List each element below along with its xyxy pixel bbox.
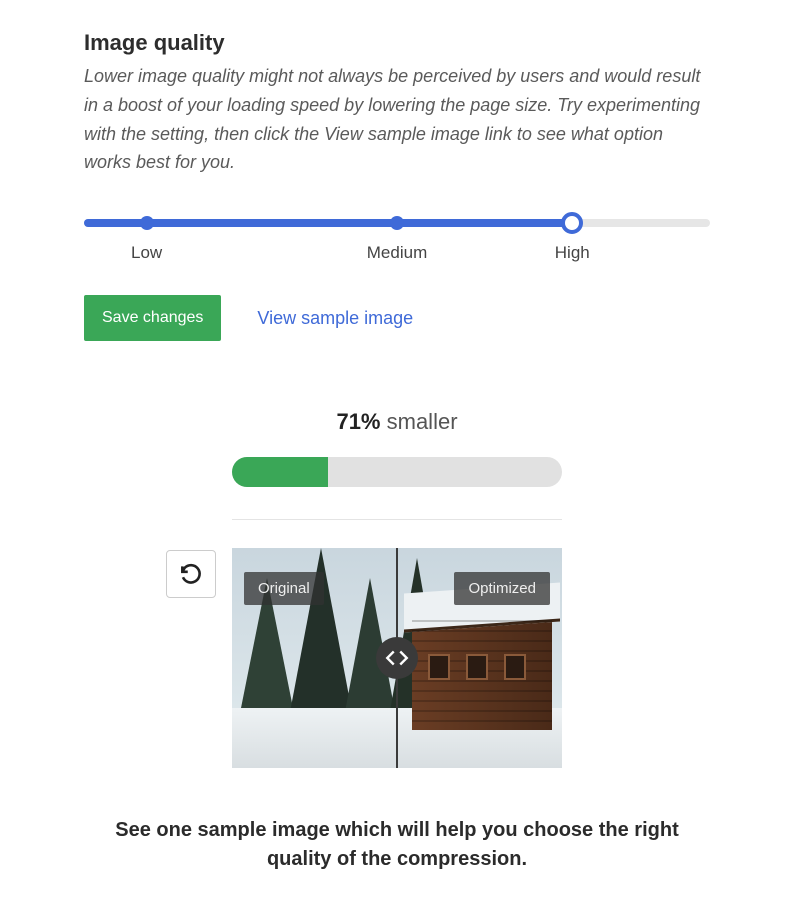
sample-helper-text: See one sample image which will help you…: [84, 816, 710, 874]
slider-handle[interactable]: [561, 212, 583, 234]
quality-slider[interactable]: Low Medium High: [84, 219, 710, 243]
section-description: Lower image quality might not always be …: [84, 62, 710, 177]
undo-icon: [178, 561, 204, 587]
view-sample-link[interactable]: View sample image: [257, 308, 413, 329]
slider-tick-low[interactable]: [140, 216, 154, 230]
image-compare[interactable]: Original Optimized: [232, 548, 562, 768]
compare-drag-handle[interactable]: [376, 637, 418, 679]
slider-track[interactable]: [84, 219, 710, 227]
drag-horizontal-icon: [384, 647, 410, 669]
original-tag: Original: [244, 572, 324, 605]
slider-label-medium: Medium: [367, 243, 427, 263]
compression-bar-fill: [232, 457, 328, 487]
slider-label-low: Low: [131, 243, 162, 263]
slider-fill: [84, 219, 572, 227]
section-title: Image quality: [84, 30, 710, 56]
compression-result-text: 71% smaller: [84, 409, 710, 435]
optimized-tag: Optimized: [454, 572, 550, 605]
divider: [232, 519, 562, 520]
compression-percent: 71%: [336, 409, 380, 434]
slider-tick-medium[interactable]: [390, 216, 404, 230]
compression-bar: [232, 457, 562, 487]
compression-suffix: smaller: [387, 409, 458, 434]
slider-label-high: High: [555, 243, 590, 263]
save-button[interactable]: Save changes: [84, 295, 221, 341]
reset-compare-button[interactable]: [166, 550, 216, 598]
